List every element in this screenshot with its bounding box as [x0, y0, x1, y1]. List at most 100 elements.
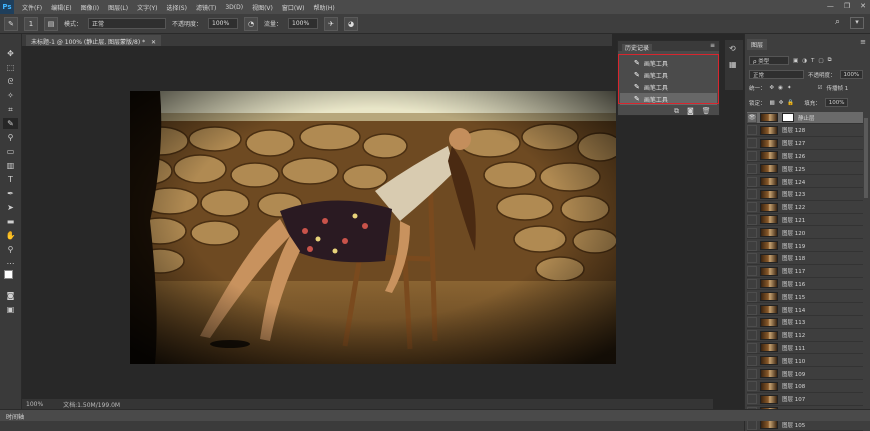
- visibility-toggle[interactable]: [747, 163, 757, 174]
- history-item-active[interactable]: ✎ 画笔工具: [620, 93, 717, 105]
- visibility-toggle[interactable]: [747, 266, 757, 277]
- visibility-toggle[interactable]: [747, 240, 757, 251]
- timeline-strip[interactable]: [0, 421, 744, 431]
- close-tab-icon[interactable]: ✕: [151, 39, 156, 46]
- layer-row[interactable]: 图层 120: [747, 227, 863, 240]
- brush-preset-picker[interactable]: 1: [24, 16, 38, 31]
- menu-filter[interactable]: 滤镜(T): [196, 3, 216, 12]
- document-info[interactable]: 文档:1.50M/199.0M: [63, 400, 120, 409]
- visibility-toggle[interactable]: [747, 394, 757, 405]
- menu-layer[interactable]: 图层(L): [108, 3, 128, 12]
- panel-menu-icon[interactable]: ≡: [710, 42, 715, 49]
- document-tab[interactable]: 未标题-1 @ 100% (静止层, 图层蒙版/8) * ✕: [26, 35, 162, 46]
- visibility-toggle[interactable]: [747, 330, 757, 341]
- lock-position-icon[interactable]: ✥: [779, 100, 784, 106]
- menu-help[interactable]: 帮助(H): [314, 3, 335, 12]
- layer-row[interactable]: 图层 113: [747, 317, 863, 329]
- smart-filter-icon[interactable]: ⧉: [828, 57, 832, 64]
- layer-row[interactable]: 图层 117: [747, 266, 863, 278]
- foreground-color-swatch[interactable]: [4, 270, 13, 279]
- menu-select[interactable]: 选择(S): [166, 3, 187, 12]
- menu-3d[interactable]: 3D(D): [225, 4, 243, 11]
- fill-input[interactable]: 100%: [824, 98, 849, 107]
- visibility-toggle[interactable]: [747, 368, 757, 379]
- layer-row[interactable]: 图层 114: [747, 304, 863, 316]
- history-tab[interactable]: 历史记录: [622, 44, 653, 53]
- visibility-toggle[interactable]: [747, 355, 757, 366]
- lock-pixels-icon[interactable]: ▩: [770, 100, 775, 106]
- close-button[interactable]: ✕: [860, 2, 866, 10]
- shape-filter-icon[interactable]: ▢: [818, 58, 823, 64]
- visibility-toggle[interactable]: [747, 227, 757, 238]
- path-select-tool-icon[interactable]: ➤: [3, 202, 18, 213]
- gradient-tool-icon[interactable]: ▥: [3, 160, 18, 171]
- lasso-tool-icon[interactable]: ᘓ: [3, 76, 18, 87]
- type-tool-icon[interactable]: T: [3, 174, 18, 185]
- layers-tab[interactable]: 图层: [747, 39, 768, 50]
- delete-state-icon[interactable]: 🗑: [702, 107, 711, 116]
- layer-row[interactable]: 图层 108: [747, 381, 863, 393]
- visibility-toggle[interactable]: [747, 304, 757, 315]
- eyedropper-tool-icon[interactable]: ⚲: [3, 132, 18, 143]
- more-tools-icon[interactable]: ⋯: [3, 258, 18, 269]
- menu-view[interactable]: 视图(V): [252, 3, 273, 12]
- workspace-icon[interactable]: ▾: [850, 17, 864, 29]
- search-icon[interactable]: ⌕: [835, 17, 840, 27]
- airbrush-icon[interactable]: ✈: [324, 16, 339, 31]
- visibility-toggle[interactable]: [747, 125, 757, 136]
- history-item[interactable]: ✎ 画笔工具: [620, 57, 717, 69]
- layer-row-active[interactable]: 👁 静止层: [747, 112, 863, 124]
- hand-tool-icon[interactable]: ✋: [3, 230, 18, 241]
- layer-row[interactable]: 图层 126: [747, 150, 863, 163]
- unify-style-icon[interactable]: ✦: [787, 85, 792, 91]
- visibility-toggle[interactable]: [747, 214, 757, 225]
- swatches-panel-icon[interactable]: ▦: [729, 60, 739, 70]
- screen-mode-icon[interactable]: ▣: [3, 304, 18, 315]
- visibility-toggle[interactable]: [747, 419, 757, 430]
- visibility-toggle[interactable]: [747, 317, 757, 328]
- layer-row[interactable]: 图层 109: [747, 368, 863, 380]
- layer-row[interactable]: 图层 115: [747, 291, 863, 304]
- visibility-toggle[interactable]: [747, 138, 757, 149]
- timeline-tab[interactable]: 时间轴: [6, 414, 24, 421]
- propagate-frame-checkbox[interactable]: ☑: [818, 85, 823, 91]
- layer-row[interactable]: 图层 123: [747, 189, 863, 201]
- pressure-size-icon[interactable]: ◕: [344, 16, 359, 31]
- type-filter-icon[interactable]: T: [811, 58, 814, 64]
- snapshot-camera-icon[interactable]: ◙: [687, 107, 694, 116]
- blend-mode-select[interactable]: 正常: [749, 70, 804, 79]
- minimize-button[interactable]: —: [827, 2, 834, 10]
- marquee-tool-icon[interactable]: ⬚: [3, 62, 18, 73]
- layer-row[interactable]: 图层 112: [747, 330, 863, 342]
- canvas-area[interactable]: [22, 46, 713, 399]
- pressure-opacity-icon[interactable]: ◔: [244, 16, 259, 31]
- lock-all-icon[interactable]: 🔒: [787, 100, 794, 106]
- move-tool-icon[interactable]: ✥: [3, 48, 18, 59]
- layer-opacity-input[interactable]: 100%: [839, 70, 864, 79]
- layers-scrollbar[interactable]: [864, 118, 868, 198]
- menu-window[interactable]: 窗口(W): [282, 3, 305, 12]
- layer-mask-thumbnail[interactable]: [782, 113, 794, 122]
- mode-select[interactable]: 正常: [88, 18, 167, 29]
- layers-panel-menu-icon[interactable]: ≡: [860, 38, 866, 46]
- unify-position-icon[interactable]: ✥: [770, 85, 775, 91]
- layer-row[interactable]: 图层 110: [747, 355, 863, 368]
- zoom-tool-icon[interactable]: ⚲: [3, 244, 18, 255]
- layer-row[interactable]: 图层 124: [747, 176, 863, 188]
- zoom-level[interactable]: 100%: [26, 401, 43, 408]
- visibility-toggle[interactable]: [747, 189, 757, 200]
- visibility-toggle[interactable]: [747, 342, 757, 353]
- crop-tool-icon[interactable]: ⌗: [3, 104, 18, 115]
- layer-row[interactable]: 图层 118: [747, 253, 863, 265]
- layer-row[interactable]: 图层 116: [747, 278, 863, 291]
- layer-row[interactable]: 图层 119: [747, 240, 863, 252]
- quick-mask-icon[interactable]: ◙: [3, 290, 18, 301]
- layer-row[interactable]: 图层 122: [747, 202, 863, 214]
- layer-row[interactable]: 图层 125: [747, 163, 863, 176]
- menu-type[interactable]: 文字(Y): [137, 3, 157, 12]
- visibility-toggle[interactable]: [747, 278, 757, 289]
- canvas-image[interactable]: [130, 91, 616, 364]
- history-item[interactable]: ✎ 画笔工具: [620, 81, 717, 93]
- layer-row[interactable]: 图层 128: [747, 125, 863, 137]
- menu-file[interactable]: 文件(F): [22, 3, 42, 12]
